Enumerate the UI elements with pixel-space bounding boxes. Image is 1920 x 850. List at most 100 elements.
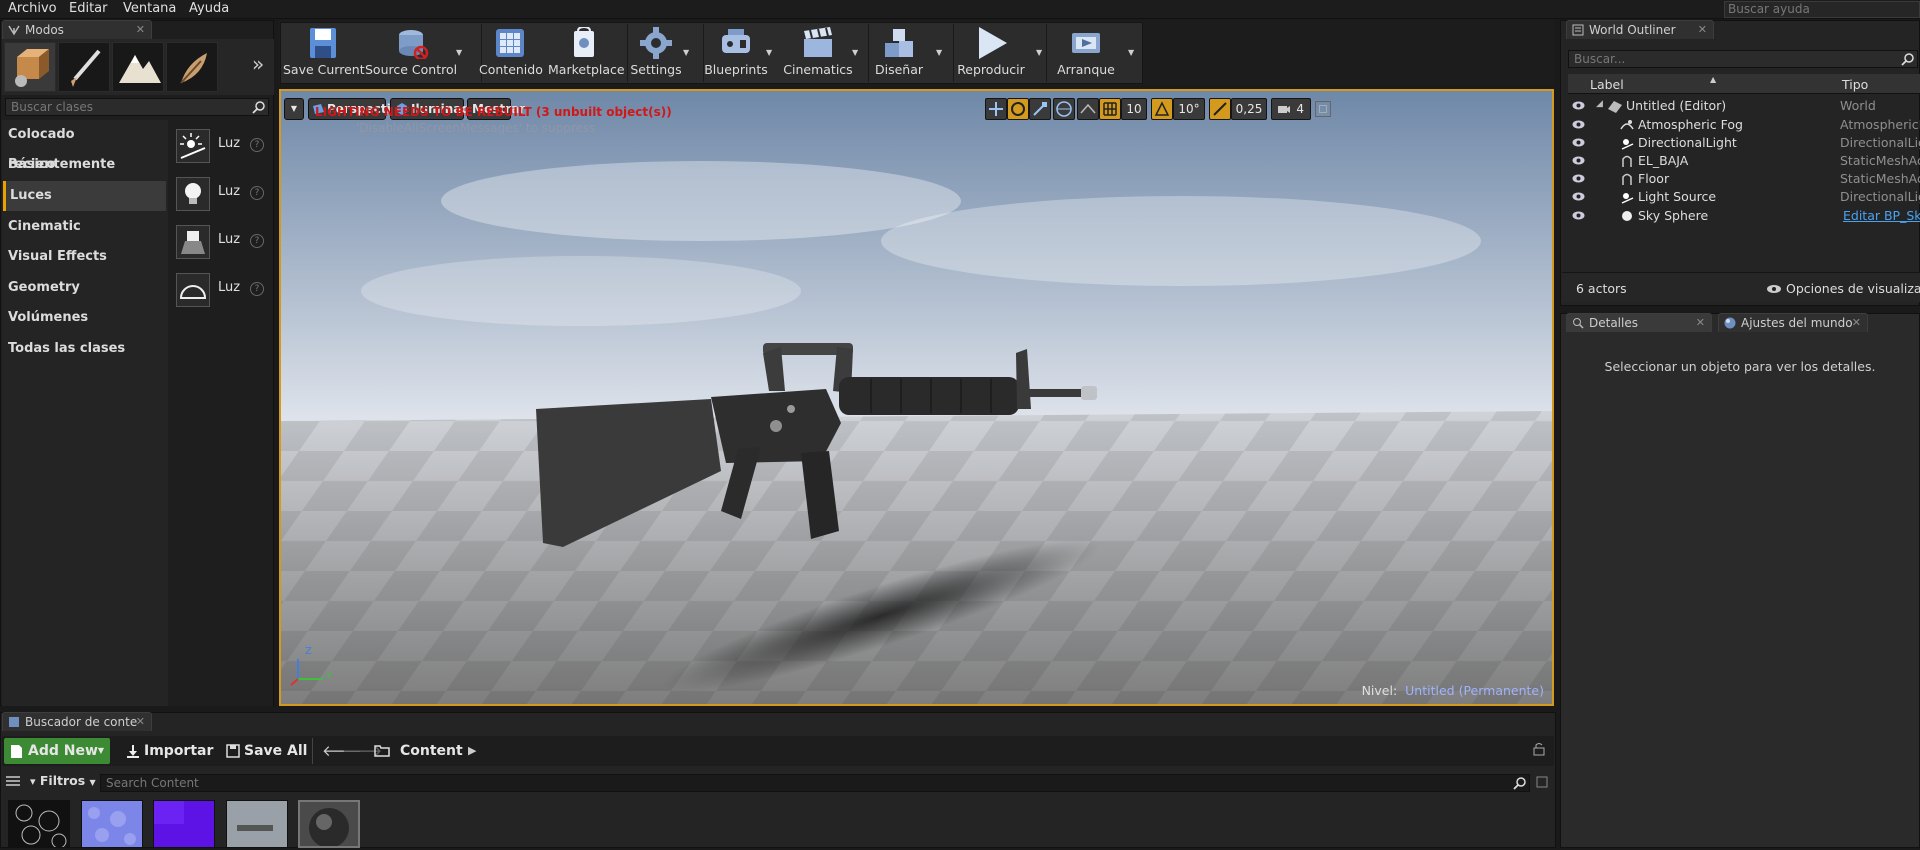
chevron-down-icon[interactable]: ▼ <box>852 48 858 57</box>
close-icon[interactable]: ✕ <box>136 21 145 39</box>
point-light-item[interactable]: Luz ? <box>172 172 270 216</box>
eye-icon[interactable] <box>1572 174 1585 183</box>
save-current-button[interactable]: Save Current <box>283 24 365 82</box>
help-icon[interactable]: ? <box>250 234 264 248</box>
menu-archivo[interactable]: Archivo <box>8 1 57 16</box>
eye-icon[interactable] <box>1572 138 1585 147</box>
asset-thumbnail[interactable] <box>298 800 360 848</box>
close-icon[interactable]: ✕ <box>136 713 145 731</box>
menu-editar[interactable]: Editar <box>69 1 108 16</box>
build-button[interactable]: Diseñar <box>866 24 932 82</box>
category-cinematic[interactable]: Cinematic <box>3 212 166 242</box>
play-button[interactable]: Reproducir <box>952 24 1030 82</box>
world-local-toggle[interactable] <box>1053 98 1075 120</box>
lock-icon[interactable] <box>1532 742 1546 756</box>
chevron-down-icon[interactable]: ▼ <box>1036 48 1042 57</box>
eye-icon[interactable] <box>1572 120 1585 129</box>
path-content-button[interactable]: Content <box>400 738 463 764</box>
outliner-row[interactable]: EL_BAJA StaticMeshAct <box>1568 152 1920 170</box>
content-button[interactable]: Contenido <box>479 24 543 82</box>
asset-thumbnail[interactable] <box>8 800 70 849</box>
scale-tool-button[interactable] <box>1029 98 1051 120</box>
class-search-input[interactable]: Buscar clases <box>5 98 269 116</box>
eye-icon[interactable] <box>1572 156 1585 165</box>
menu-ventana[interactable]: Ventana <box>123 1 176 16</box>
eye-icon[interactable] <box>1572 192 1585 201</box>
close-icon[interactable]: ✕ <box>1696 314 1705 332</box>
import-button[interactable]: Importar <box>124 738 213 764</box>
asset-thumbnail[interactable] <box>81 800 143 848</box>
chevron-down-icon[interactable]: ▼ <box>683 48 689 57</box>
filters-button[interactable]: ▾ Filtros ▼ <box>30 773 96 788</box>
menu-ayuda[interactable]: Ayuda <box>189 1 229 16</box>
level-viewport[interactable]: Z Y ▼ Perspectiva Iluminado Mostrar LIGH… <box>279 89 1554 706</box>
landscape-mode-button[interactable] <box>112 42 164 92</box>
tab-world-settings[interactable]: Ajustes del mundo ✕ <box>1718 313 1868 332</box>
category-volumes[interactable]: Volúmenes <box>3 303 166 333</box>
tab-world-outliner[interactable]: World Outliner ✕ <box>1566 20 1714 39</box>
column-type-header[interactable]: Tipo <box>1842 77 1868 92</box>
category-visual-effects[interactable]: Visual Effects <box>3 242 166 272</box>
directional-light-item[interactable]: Luz ? <box>172 124 270 168</box>
more-modes-icon[interactable]: » <box>252 52 264 76</box>
save-search-icon[interactable] <box>1536 776 1548 788</box>
outliner-row[interactable]: DirectionalLight DirectionalLigh <box>1568 134 1920 152</box>
cinematics-button[interactable]: Cinematics <box>782 24 854 82</box>
grid-snap-toggle[interactable] <box>1099 98 1121 120</box>
scale-snap-toggle[interactable] <box>1209 98 1231 120</box>
chevron-down-icon[interactable]: ▼ <box>936 48 942 57</box>
translate-tool-button[interactable] <box>985 98 1007 120</box>
outliner-row[interactable]: Light Source DirectionalLigh <box>1568 188 1920 206</box>
eye-icon[interactable] <box>1572 101 1585 110</box>
expand-icon[interactable]: ◢ <box>1596 99 1603 109</box>
settings-button[interactable]: Settings <box>624 24 688 82</box>
help-icon[interactable]: ? <box>250 138 264 152</box>
sky-light-item[interactable]: Luz ? <box>172 268 270 312</box>
tab-details[interactable]: Detalles ✕ <box>1566 313 1712 332</box>
tab-modes[interactable]: Modos ✕ <box>2 20 152 39</box>
outliner-row[interactable]: Floor StaticMeshAct <box>1568 170 1920 188</box>
help-icon[interactable]: ? <box>250 186 264 200</box>
camera-speed-button[interactable]: 4 <box>1271 98 1311 120</box>
save-all-button[interactable]: Save All <box>224 738 307 764</box>
category-basic[interactable]: Básico <box>3 150 166 180</box>
outliner-row[interactable]: Sky Sphere Editar BP_Sky <box>1568 207 1920 225</box>
paint-mode-button[interactable] <box>58 42 110 92</box>
close-icon[interactable]: ✕ <box>1852 314 1861 332</box>
surface-snap-button[interactable] <box>1077 98 1099 120</box>
view-options-button[interactable]: Opciones de visualizació <box>1786 281 1920 296</box>
rotation-snap-toggle[interactable] <box>1151 98 1173 120</box>
close-icon[interactable]: ✕ <box>1698 21 1707 39</box>
category-all-classes[interactable]: Todas las clases <box>3 334 166 364</box>
category-lights[interactable]: Luces <box>3 181 166 211</box>
sources-panel-icon[interactable] <box>6 775 20 787</box>
source-control-button[interactable]: Source Control <box>365 24 457 82</box>
column-label-header[interactable]: Label <box>1590 77 1624 92</box>
rotation-snap-value[interactable]: 10° <box>1173 98 1205 120</box>
scale-snap-value[interactable]: 0,25 <box>1231 98 1267 120</box>
help-search-input[interactable]: Buscar ayuda <box>1724 1 1920 18</box>
help-icon[interactable]: ? <box>250 282 264 296</box>
content-search-input[interactable]: Search Content <box>100 774 1530 792</box>
foliage-mode-button[interactable] <box>166 42 218 92</box>
asset-thumbnail[interactable] <box>226 800 288 848</box>
category-recent[interactable]: Colocado recientemente <box>3 120 166 172</box>
tab-content-browser[interactable]: Buscador de conte ✕ <box>2 712 152 731</box>
outliner-row[interactable]: ◢ Untitled (Editor) World <box>1568 97 1920 115</box>
chevron-down-icon[interactable]: ▼ <box>456 48 462 57</box>
place-mode-button[interactable] <box>4 42 56 92</box>
add-new-button[interactable]: Add New ▼ <box>4 738 110 764</box>
outliner-search-input[interactable]: Buscar... <box>1568 50 1918 68</box>
edit-blueprint-link[interactable]: Editar BP_Sky <box>1843 208 1920 223</box>
category-geometry[interactable]: Geometry <box>3 273 166 303</box>
maximize-viewport-button[interactable] <box>1315 101 1331 117</box>
eye-icon[interactable] <box>1572 211 1585 220</box>
grid-snap-value[interactable]: 10 <box>1121 98 1147 120</box>
chevron-down-icon[interactable]: ▼ <box>1128 48 1134 57</box>
asset-thumbnail[interactable] <box>153 800 215 848</box>
marketplace-button[interactable]: Marketplace <box>548 24 625 82</box>
chevron-down-icon[interactable]: ▼ <box>766 48 772 57</box>
rotate-tool-button[interactable] <box>1007 98 1029 120</box>
chevron-right-icon[interactable]: ▶ <box>468 744 476 757</box>
viewport-options-button[interactable]: ▼ <box>284 98 304 120</box>
